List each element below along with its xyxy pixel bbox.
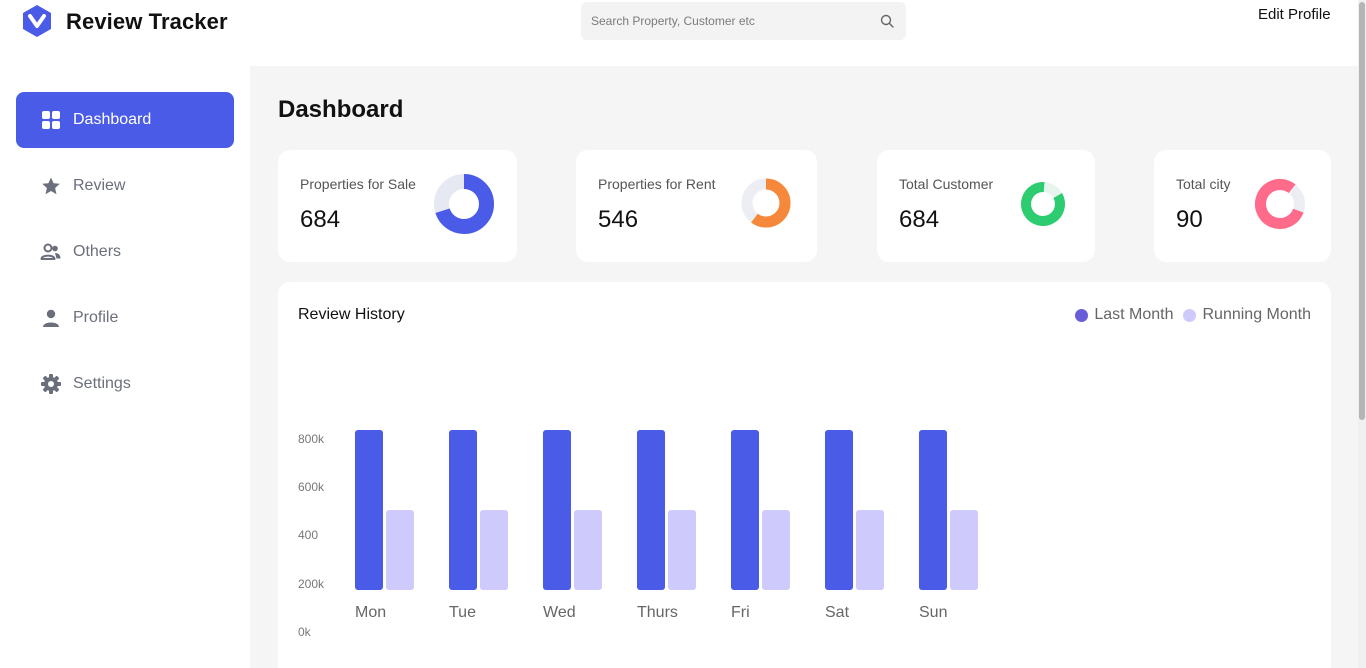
stat-label: Properties for Rent <box>598 176 716 192</box>
grid-icon <box>40 109 62 131</box>
x-tick-label: Wed <box>543 604 576 621</box>
donut-chart-icon <box>741 178 791 228</box>
bar-running-month <box>856 510 884 590</box>
search-box[interactable] <box>581 2 906 40</box>
x-tick-label: Fri <box>731 604 750 621</box>
y-tick-label: 800k <box>298 432 325 446</box>
stat-card-customer: Total Customer 684 <box>877 150 1095 262</box>
donut-chart-icon <box>1021 182 1065 226</box>
x-tick-label: Thurs <box>637 604 678 621</box>
y-tick-label: 400 <box>298 528 318 542</box>
x-tick-label: Mon <box>355 604 386 621</box>
x-tick-label: Sun <box>919 604 947 621</box>
bar-running-month <box>480 510 508 590</box>
brand-title: Review Tracker <box>66 9 228 34</box>
logo-icon <box>23 5 51 37</box>
bar-last-month <box>825 430 853 590</box>
bar-last-month <box>449 430 477 590</box>
page-title: Dashboard <box>278 96 404 123</box>
stat-label: Total Customer <box>899 176 994 192</box>
search-icon[interactable] <box>880 14 894 28</box>
stat-card-sale: Properties for Sale 684 <box>278 150 517 262</box>
sidebar-item-label: Review <box>73 177 126 194</box>
y-tick-label: 600k <box>298 480 325 494</box>
bar-chart: 0k 200k 400 600k 800k Mon Tue Wed Thurs Fri Sat Sun <box>298 430 978 639</box>
y-tick-label: 0k <box>298 625 312 639</box>
sidebar: Dashboard Review Others Profile Settings <box>0 66 250 668</box>
donut-chart-icon <box>434 174 494 234</box>
top-header: Review Tracker Edit Profile <box>0 0 1358 66</box>
x-tick-label: Sat <box>825 604 850 621</box>
bar-running-month <box>762 510 790 590</box>
sidebar-item-dashboard[interactable]: Dashboard <box>16 92 234 148</box>
sidebar-item-others[interactable]: Others <box>16 224 234 280</box>
stat-label: Total city <box>1176 176 1231 192</box>
bar-last-month <box>355 430 383 590</box>
gear-icon <box>40 373 62 395</box>
stat-value: 684 <box>300 206 341 233</box>
sidebar-item-profile[interactable]: Profile <box>16 290 234 346</box>
bar-last-month <box>731 430 759 590</box>
sidebar-item-label: Dashboard <box>73 111 152 128</box>
x-tick-label: Tue <box>449 604 476 621</box>
bar-running-month <box>950 510 978 590</box>
stat-value: 546 <box>598 206 639 233</box>
bar-last-month <box>543 430 571 590</box>
bar-last-month <box>637 430 665 590</box>
stat-value: 90 <box>1176 206 1203 233</box>
person-icon <box>40 307 62 329</box>
scroll-thumb[interactable] <box>1359 2 1365 420</box>
donut-chart-icon <box>1255 179 1305 229</box>
main-content: Dashboard Properties for Sale 684 Proper… <box>250 66 1358 668</box>
users-icon <box>40 241 62 263</box>
bar-running-month <box>386 510 414 590</box>
star-icon <box>40 175 62 197</box>
stat-label: Properties for Sale <box>300 176 416 192</box>
bar-last-month <box>919 430 947 590</box>
review-history-card: Review History Last Month Running Month … <box>278 282 1331 668</box>
bar-running-month <box>668 510 696 590</box>
y-tick-label: 200k <box>298 577 325 591</box>
stat-card-rent: Properties for Rent 546 <box>576 150 817 262</box>
sidebar-item-review[interactable]: Review <box>16 158 234 214</box>
search-input[interactable] <box>591 11 861 31</box>
edit-profile-link[interactable]: Edit Profile <box>1258 6 1331 23</box>
bar-running-month <box>574 510 602 590</box>
sidebar-item-label: Settings <box>73 375 131 392</box>
stat-value: 684 <box>899 206 940 233</box>
sidebar-item-label: Others <box>73 243 122 260</box>
sidebar-item-settings[interactable]: Settings <box>16 356 234 412</box>
page-scrollbar[interactable] <box>1358 0 1366 668</box>
sidebar-item-label: Profile <box>73 309 119 326</box>
stat-card-city: Total city 90 <box>1154 150 1331 262</box>
